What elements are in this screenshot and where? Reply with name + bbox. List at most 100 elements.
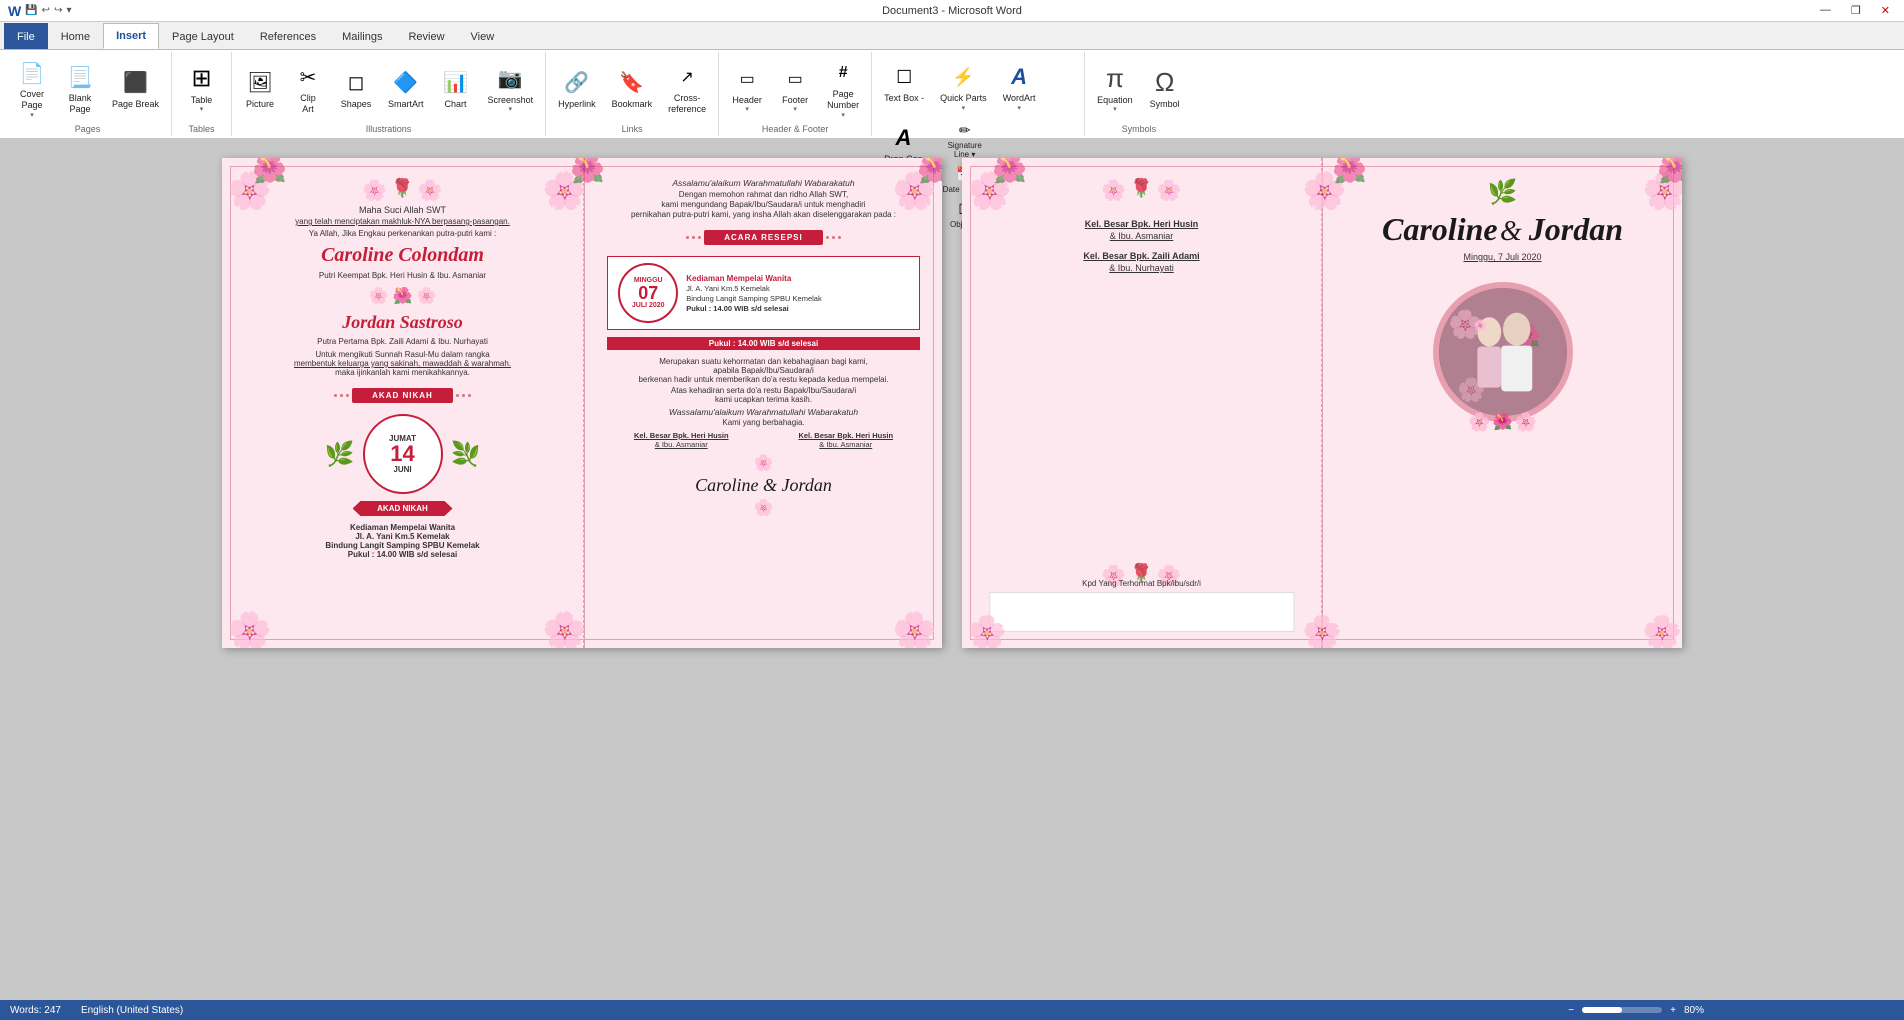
- flower-icon-3: 🌸: [418, 178, 443, 203]
- bottom-floral: 🌸: [754, 453, 774, 473]
- big-couple-names: Caroline & Jordan: [1382, 211, 1623, 248]
- header-button[interactable]: ▭ Header ▾: [725, 60, 769, 117]
- tab-insert[interactable]: Insert: [103, 23, 159, 49]
- maximize-button[interactable]: ❐: [1845, 4, 1867, 17]
- couple-names-bottom: Caroline & Jordan: [695, 475, 832, 496]
- tab-page-layout[interactable]: Page Layout: [159, 23, 247, 49]
- quick-parts-button[interactable]: ⚡ Quick Parts ▾: [934, 58, 993, 115]
- left-panel-2: Assalamu'alaikum Warahmatullahi Wabaraka…: [585, 158, 942, 648]
- bookmark-button[interactable]: 🔖 Bookmark: [606, 64, 659, 113]
- zoom-level: 80%: [1684, 1005, 1704, 1016]
- smartart-label: SmartArt: [388, 99, 424, 110]
- zoom-out-button[interactable]: −: [1568, 1005, 1574, 1016]
- shapes-button[interactable]: ◻ Shapes: [334, 64, 378, 113]
- akad-dots-top: AKAD NIKAH: [334, 384, 471, 407]
- document-page-left[interactable]: 🌸 🌺 🌸 🌺 🌸 🌸 🌸 🌺 🌸 🌸 🌹 🌸 Maha Suci Allah: [222, 158, 942, 648]
- minimize-button[interactable]: —: [1814, 4, 1837, 17]
- address-box: [989, 592, 1294, 632]
- groom-name: Jordan Sastroso: [342, 312, 463, 333]
- symbol-label: Symbol: [1150, 99, 1180, 110]
- close-button[interactable]: ✕: [1875, 4, 1896, 17]
- zoom-slider[interactable]: [1582, 1007, 1662, 1013]
- document-area: 🌸 🌺 🌸 🌺 🌸 🌸 🌸 🌺 🌸 🌸 🌹 🌸 Maha Suci Allah: [0, 138, 1904, 1000]
- right-family3: Kel. Besar Bpk. Zaili Adami: [1083, 251, 1199, 261]
- family-left-1: Kel. Besar Bpk. Heri Husin: [634, 431, 729, 440]
- flower-icon-1: 🌸: [362, 178, 387, 203]
- table-button[interactable]: ⊞ Table ▾: [180, 60, 224, 117]
- table-icon: ⊞: [186, 63, 218, 95]
- footer-arrow: ▾: [793, 105, 797, 113]
- blank-page-button[interactable]: 📃 BlankPage: [58, 58, 102, 118]
- closing2: apabila Bapak/Ibu/Saudara/i: [713, 366, 814, 375]
- tab-view[interactable]: View: [458, 23, 508, 49]
- left-panel-1: 🌸 🌹 🌸 Maha Suci Allah SWT yang telah men…: [222, 158, 584, 648]
- photo-flower-2: 🌺: [1493, 412, 1513, 433]
- dot1: [334, 394, 337, 397]
- ribbon-content: 📄 CoverPage ▾ 📃 BlankPage ⬛ Page Break P…: [0, 50, 1904, 138]
- status-bar: Words: 247 English (United States) − + 8…: [0, 1000, 1904, 1020]
- cross-reference-label: Cross-reference: [668, 93, 706, 115]
- illustrations-group-label: Illustrations: [366, 124, 412, 134]
- dot6: [468, 394, 471, 397]
- picture-button[interactable]: 🖼 Picture: [238, 64, 282, 113]
- closing5: kami ucapkan terima kasih.: [715, 395, 812, 404]
- footer-label: Footer: [782, 95, 808, 106]
- cross-reference-button[interactable]: ↗ Cross-reference: [662, 58, 712, 118]
- venue-month: JULI 2020: [632, 302, 665, 309]
- page-break-button[interactable]: ⬛ Page Break: [106, 64, 165, 113]
- tab-references[interactable]: References: [247, 23, 329, 49]
- zoom-in-button[interactable]: +: [1670, 1005, 1676, 1016]
- photo-bottom-flowers: 🌸 🌺 🌸: [1468, 412, 1537, 433]
- tables-group-items: ⊞ Table ▾: [180, 54, 224, 122]
- window-title: Document3 - Microsoft Word: [882, 5, 1022, 17]
- page-break-icon: ⬛: [120, 67, 152, 99]
- symbol-button[interactable]: Ω Symbol: [1143, 64, 1187, 113]
- cover-page-button[interactable]: 📄 CoverPage ▾: [10, 54, 54, 122]
- opening-text: Maha Suci Allah SWT: [359, 205, 446, 215]
- document-page-right[interactable]: 🌸 🌺 🌸 🌺 🌸 🌺 🌸 🌸 🌸 🌸 🌹 🌸 Kel. Besar Bpk. …: [962, 158, 1682, 648]
- ribbon-group-text: ☐ Text Box - ⚡ Quick Parts ▾ A WordArt ▾…: [872, 52, 1085, 136]
- quick-parts-arrow: ▾: [962, 104, 966, 112]
- flower-sep-1: 🌸: [369, 286, 389, 306]
- page-number-button[interactable]: # PageNumber ▾: [821, 54, 865, 122]
- couple-photo-inner: 🌸 🌺 🌸 🌸: [1439, 288, 1567, 416]
- screenshot-button[interactable]: 📷 Screenshot ▾: [482, 60, 540, 117]
- time-badge: Pukul : 14.00 WIB s/d selesai: [607, 337, 920, 350]
- smartart-button[interactable]: 🔷 SmartArt: [382, 64, 430, 113]
- laurel-left-icon: 🌿: [325, 440, 355, 469]
- hyperlink-icon: 🔗: [561, 67, 593, 99]
- customize-qat-icon[interactable]: ▾: [66, 5, 71, 16]
- dot3: [346, 394, 349, 397]
- signature-line-button[interactable]: ✏ Signature Line ▾: [937, 119, 993, 161]
- svg-text:🌸: 🌸: [1473, 319, 1487, 332]
- dot5: [462, 394, 465, 397]
- prayer2: Untuk mengikuti Sunnah Rasul-Mu dalam ra…: [315, 350, 489, 359]
- akad-date-circle: JUMAT 14 JUNI: [363, 414, 443, 494]
- word-logo-icon: W: [8, 3, 21, 19]
- tab-home[interactable]: Home: [48, 23, 103, 49]
- akad-num: 14: [390, 443, 414, 465]
- clip-art-button[interactable]: ✂ ClipArt: [286, 58, 330, 118]
- redo-icon[interactable]: ↪: [54, 5, 62, 16]
- symbols-group-label: Symbols: [1122, 124, 1157, 134]
- venue-time: Pukul : 14.00 WIB s/d selesai: [686, 304, 822, 313]
- right-panel-2: 🌿 Caroline & Jordan Minggu, 7 Juli 2020 …: [1323, 158, 1682, 648]
- save-icon[interactable]: 💾: [25, 5, 37, 16]
- wordart-button[interactable]: A WordArt ▾: [997, 58, 1042, 115]
- footer-button[interactable]: ▭ Footer ▾: [773, 60, 817, 117]
- equation-button[interactable]: π Equation ▾: [1091, 60, 1139, 117]
- language: English (United States): [81, 1005, 183, 1016]
- hyperlink-button[interactable]: 🔗 Hyperlink: [552, 64, 602, 113]
- text-box-button[interactable]: ☐ Text Box -: [878, 58, 930, 107]
- tab-file[interactable]: File: [4, 23, 48, 49]
- chart-button[interactable]: 📊 Chart: [434, 64, 478, 113]
- tab-mailings[interactable]: Mailings: [329, 23, 395, 49]
- closing1: Merupakan suatu kehormatan dan kebahagia…: [659, 357, 868, 366]
- tab-review[interactable]: Review: [395, 23, 457, 49]
- family-left: Kel. Besar Bpk. Heri Husin & Ibu. Asmani…: [634, 431, 729, 449]
- address-section: Kpd Yang Terhormat Bpk/ibu/sdr/i: [989, 579, 1294, 632]
- undo-icon[interactable]: ↩: [42, 5, 50, 16]
- couple-photo-svg: 🌸 🌺 🌸 🌸: [1439, 288, 1567, 416]
- greeting4: pernikahan putra-putri kami, yang insha …: [631, 210, 896, 219]
- screenshot-label: Screenshot: [488, 95, 534, 106]
